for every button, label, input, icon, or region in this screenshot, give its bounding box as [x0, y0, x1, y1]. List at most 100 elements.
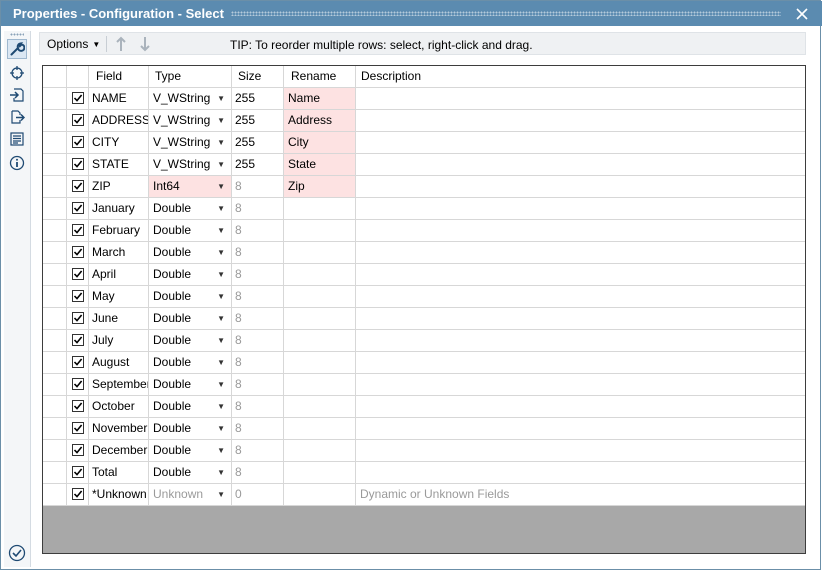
row-selector[interactable] — [43, 264, 67, 286]
type-select[interactable]: Double ▼ — [149, 396, 232, 418]
type-select[interactable]: V_WString ▼ — [149, 88, 232, 110]
description-cell[interactable] — [356, 176, 805, 198]
size-cell[interactable]: 8 — [232, 330, 284, 352]
row-selector[interactable] — [43, 374, 67, 396]
type-select[interactable]: Double ▼ — [149, 308, 232, 330]
row-checkbox[interactable] — [72, 378, 84, 390]
row-selector[interactable] — [43, 396, 67, 418]
type-select[interactable]: Double ▼ — [149, 462, 232, 484]
description-cell[interactable] — [356, 374, 805, 396]
size-cell[interactable]: 8 — [232, 286, 284, 308]
caret-down-icon[interactable]: ▼ — [217, 110, 225, 131]
size-cell[interactable]: 0 — [232, 484, 284, 506]
info-icon[interactable] — [7, 153, 27, 173]
caret-down-icon[interactable]: ▼ — [217, 330, 225, 351]
table-row[interactable]: January Double ▼ 8 — [43, 198, 805, 220]
row-checkbox[interactable] — [72, 158, 84, 170]
table-row[interactable]: July Double ▼ 8 — [43, 330, 805, 352]
caret-down-icon[interactable]: ▼ — [217, 176, 225, 197]
type-select[interactable]: Double ▼ — [149, 286, 232, 308]
table-row[interactable]: *Unknown Unknown ▼ 0 Dynamic or Unknown Fiel… — [43, 484, 805, 506]
caret-down-icon[interactable]: ▼ — [217, 154, 225, 175]
size-cell[interactable]: 8 — [232, 264, 284, 286]
description-cell[interactable] — [356, 242, 805, 264]
table-row[interactable]: February Double ▼ 8 — [43, 220, 805, 242]
rename-cell[interactable] — [284, 484, 356, 506]
type-select[interactable]: Double ▼ — [149, 352, 232, 374]
row-selector[interactable] — [43, 154, 67, 176]
size-cell[interactable]: 255 — [232, 154, 284, 176]
table-row[interactable]: April Double ▼ 8 — [43, 264, 805, 286]
type-select[interactable]: Double ▼ — [149, 374, 232, 396]
size-cell[interactable]: 8 — [232, 462, 284, 484]
rename-cell[interactable] — [284, 242, 356, 264]
row-checkbox[interactable] — [72, 136, 84, 148]
row-selector[interactable] — [43, 110, 67, 132]
column-header-type[interactable]: Type — [149, 66, 232, 88]
type-select[interactable]: Double ▼ — [149, 440, 232, 462]
description-cell[interactable] — [356, 220, 805, 242]
row-checkbox[interactable] — [72, 224, 84, 236]
size-cell[interactable]: 8 — [232, 176, 284, 198]
rename-cell[interactable] — [284, 330, 356, 352]
row-selector[interactable] — [43, 462, 67, 484]
description-cell[interactable] — [356, 396, 805, 418]
size-cell[interactable]: 8 — [232, 440, 284, 462]
size-cell[interactable]: 8 — [232, 220, 284, 242]
column-header-size[interactable]: Size — [232, 66, 284, 88]
row-checkbox[interactable] — [72, 312, 84, 324]
arrow-up-icon[interactable] — [113, 35, 129, 53]
table-row[interactable]: November Double ▼ 8 — [43, 418, 805, 440]
table-row[interactable]: October Double ▼ 8 — [43, 396, 805, 418]
rename-cell[interactable] — [284, 396, 356, 418]
caret-down-icon[interactable]: ▼ — [217, 396, 225, 417]
row-selector[interactable] — [43, 176, 67, 198]
description-cell[interactable] — [356, 440, 805, 462]
table-row[interactable]: March Double ▼ 8 — [43, 242, 805, 264]
size-cell[interactable]: 8 — [232, 352, 284, 374]
description-cell[interactable] — [356, 88, 805, 110]
type-select[interactable]: Double ▼ — [149, 242, 232, 264]
row-selector[interactable] — [43, 242, 67, 264]
description-cell[interactable] — [356, 418, 805, 440]
caret-down-icon[interactable]: ▼ — [217, 88, 225, 109]
table-row[interactable]: June Double ▼ 8 — [43, 308, 805, 330]
table-row[interactable]: December Double ▼ 8 — [43, 440, 805, 462]
description-cell[interactable]: Dynamic or Unknown Fields — [356, 484, 805, 506]
row-selector[interactable] — [43, 88, 67, 110]
caret-down-icon[interactable]: ▼ — [217, 286, 225, 307]
description-cell[interactable] — [356, 308, 805, 330]
table-row[interactable]: ZIP Int64 ▼ 8 Zip — [43, 176, 805, 198]
type-select[interactable]: V_WString ▼ — [149, 110, 232, 132]
caret-down-icon[interactable]: ▼ — [217, 462, 225, 483]
size-cell[interactable]: 8 — [232, 242, 284, 264]
options-button[interactable]: Options ▼ — [47, 37, 100, 51]
type-select[interactable]: V_WString ▼ — [149, 132, 232, 154]
size-cell[interactable]: 8 — [232, 418, 284, 440]
row-checkbox[interactable] — [72, 334, 84, 346]
column-header-rename[interactable]: Rename — [284, 66, 356, 88]
row-selector[interactable] — [43, 352, 67, 374]
row-selector[interactable] — [43, 484, 67, 506]
type-select[interactable]: Double ▼ — [149, 330, 232, 352]
caret-down-icon[interactable]: ▼ — [217, 440, 225, 461]
row-checkbox[interactable] — [72, 202, 84, 214]
row-selector[interactable] — [43, 418, 67, 440]
caret-down-icon[interactable]: ▼ — [217, 132, 225, 153]
crosshair-icon[interactable] — [7, 63, 27, 83]
row-checkbox[interactable] — [72, 290, 84, 302]
type-select[interactable]: Double ▼ — [149, 264, 232, 286]
output-anchor-icon[interactable] — [7, 107, 27, 127]
row-checkbox[interactable] — [72, 466, 84, 478]
rename-cell[interactable] — [284, 418, 356, 440]
caret-down-icon[interactable]: ▼ — [217, 374, 225, 395]
wrench-icon[interactable] — [7, 39, 27, 59]
caret-down-icon[interactable]: ▼ — [217, 308, 225, 329]
caret-down-icon[interactable]: ▼ — [217, 352, 225, 373]
description-cell[interactable] — [356, 110, 805, 132]
type-select[interactable]: Double ▼ — [149, 198, 232, 220]
table-row[interactable]: May Double ▼ 8 — [43, 286, 805, 308]
row-checkbox[interactable] — [72, 92, 84, 104]
rename-cell[interactable]: Name — [284, 88, 356, 110]
description-cell[interactable] — [356, 462, 805, 484]
